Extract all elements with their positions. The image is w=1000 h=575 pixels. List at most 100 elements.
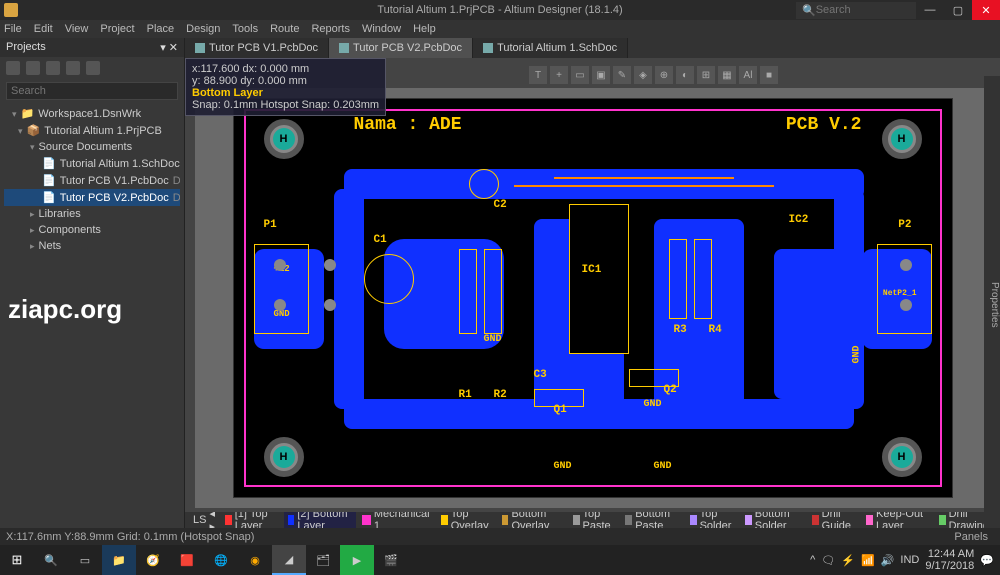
watermark: ziapc.org bbox=[0, 286, 184, 333]
component-c1[interactable] bbox=[364, 254, 414, 304]
tool-button[interactable]: ◐ bbox=[676, 66, 694, 84]
layer-bot-paste[interactable]: Bottom Paste bbox=[621, 512, 683, 528]
component-r[interactable] bbox=[459, 249, 477, 334]
tool-button[interactable]: + bbox=[550, 66, 568, 84]
tool-button[interactable]: ⊞ bbox=[697, 66, 715, 84]
menu-edit[interactable]: Edit bbox=[34, 23, 53, 35]
layer-drill-guide[interactable]: Drill Guide bbox=[808, 512, 860, 528]
tree-doc-schdoc[interactable]: 📄 Tutorial Altium 1.SchDocD bbox=[4, 155, 180, 172]
layer-bot-overlay[interactable]: Bottom Overlay bbox=[498, 512, 567, 528]
tree-source-docs[interactable]: Source Documents bbox=[4, 139, 180, 155]
layer-bot-solder[interactable]: Bottom Solder bbox=[741, 512, 806, 528]
menu-route[interactable]: Route bbox=[270, 23, 299, 35]
tab-pcb-v2[interactable]: Tutor PCB V2.PcbDoc bbox=[329, 38, 473, 58]
maximize-button[interactable]: ▢ bbox=[944, 0, 972, 20]
tray-notifications-icon[interactable]: 💬 bbox=[980, 554, 994, 567]
layer-top-overlay[interactable]: Top Overlay bbox=[437, 512, 496, 528]
tree-doc-pcb-v1[interactable]: 📄 Tutor PCB V1.PcbDocD bbox=[4, 172, 180, 189]
component-r[interactable] bbox=[484, 249, 502, 334]
menu-place[interactable]: Place bbox=[147, 23, 175, 35]
tab-pcb-v1[interactable]: Tutor PCB V1.PcbDoc bbox=[185, 38, 329, 58]
tray-volume-icon[interactable]: 🔊 bbox=[881, 554, 895, 567]
start-button[interactable]: ⊞ bbox=[0, 545, 34, 575]
tool-button[interactable]: ⊕ bbox=[655, 66, 673, 84]
menu-reports[interactable]: Reports bbox=[311, 23, 350, 35]
menu-tools[interactable]: Tools bbox=[232, 23, 258, 35]
layer-top[interactable]: [1] Top Layer bbox=[221, 512, 282, 528]
menu-view[interactable]: View bbox=[65, 23, 89, 35]
component-q2[interactable] bbox=[629, 369, 679, 387]
menu-design[interactable]: Design bbox=[186, 23, 220, 35]
properties-panel-tab[interactable]: Properties bbox=[984, 76, 1000, 528]
layer-ls[interactable]: LS ◂ ▸ bbox=[189, 512, 219, 528]
search-button[interactable]: 🔍 bbox=[34, 545, 68, 575]
projects-title: Projects bbox=[6, 41, 46, 54]
taskbar-altium[interactable]: ◢ bbox=[272, 545, 306, 575]
tree-project[interactable]: 📦 Tutorial Altium 1.PrjPCB bbox=[4, 122, 180, 139]
taskbar-app[interactable]: ▶ bbox=[340, 545, 374, 575]
global-search[interactable]: 🔍 bbox=[796, 2, 916, 19]
component-r4[interactable] bbox=[694, 239, 712, 319]
panels-button[interactable]: Panels bbox=[948, 531, 994, 543]
tray-lang[interactable]: IND bbox=[900, 554, 919, 566]
taskbar-app[interactable]: 📁 bbox=[102, 545, 136, 575]
menu-help[interactable]: Help bbox=[413, 23, 436, 35]
tree-libraries[interactable]: Libraries bbox=[4, 206, 180, 222]
layer-bottom[interactable]: [2] Bottom Layer bbox=[284, 512, 357, 528]
layer-top-paste[interactable]: Top Paste bbox=[569, 512, 620, 528]
tree-workspace[interactable]: 📁 Workspace1.DsnWrk bbox=[4, 105, 180, 122]
close-button[interactable]: ✕ bbox=[972, 0, 1000, 20]
task-view-button[interactable]: ▭ bbox=[68, 545, 102, 575]
pcb-board[interactable]: Nama : ADE PCB V.2 H H H H bbox=[233, 98, 953, 498]
pcb-canvas[interactable]: Nama : ADE PCB V.2 H H H H bbox=[195, 88, 990, 508]
tool-icon[interactable] bbox=[26, 61, 40, 75]
component-r3[interactable] bbox=[669, 239, 687, 319]
net-gnd: GND bbox=[554, 461, 572, 472]
tool-button[interactable]: ◈ bbox=[634, 66, 652, 84]
taskbar-app[interactable]: 🎬 bbox=[374, 545, 408, 575]
tool-button[interactable]: ▦ bbox=[718, 66, 736, 84]
hud-y: y: 88.900 dy: 0.000 mm bbox=[192, 75, 379, 87]
tool-button[interactable]: ■ bbox=[760, 66, 778, 84]
component-q1[interactable] bbox=[534, 389, 584, 407]
menu-window[interactable]: Window bbox=[362, 23, 401, 35]
taskbar-app[interactable]: ◉ bbox=[238, 545, 272, 575]
tray-icon[interactable]: 🗨 bbox=[821, 554, 835, 567]
tray-clock[interactable]: 12:44 AM 9/17/2018 bbox=[925, 548, 974, 572]
tool-button[interactable]: ▣ bbox=[592, 66, 610, 84]
projects-search-input[interactable] bbox=[6, 82, 178, 100]
component-ic1[interactable] bbox=[569, 204, 629, 354]
panel-menu-icon[interactable]: ▾ ✕ bbox=[160, 41, 178, 54]
tray-icon[interactable]: ⚡ bbox=[841, 554, 855, 567]
tool-icon[interactable] bbox=[46, 61, 60, 75]
taskbar-app[interactable]: 🟥 bbox=[170, 545, 204, 575]
layer-mech1[interactable]: Mechanical 1 bbox=[358, 512, 435, 528]
layer-top-solder[interactable]: Top Solder bbox=[686, 512, 739, 528]
tree-doc-pcb-v2[interactable]: 📄 Tutor PCB V2.PcbDocD bbox=[4, 189, 180, 206]
hud-layer: Bottom Layer bbox=[192, 87, 379, 99]
tool-icon[interactable] bbox=[86, 61, 100, 75]
taskbar-chrome[interactable]: 🌐 bbox=[204, 545, 238, 575]
tree-components[interactable]: Components bbox=[4, 222, 180, 238]
component-c2[interactable] bbox=[469, 169, 499, 199]
tool-button[interactable]: ▭ bbox=[571, 66, 589, 84]
tree-nets[interactable]: Nets bbox=[4, 238, 180, 254]
tray-wifi-icon[interactable]: 📶 bbox=[861, 554, 875, 567]
tool-button[interactable]: ✎ bbox=[613, 66, 631, 84]
tab-schdoc[interactable]: Tutorial Altium 1.SchDoc bbox=[473, 38, 628, 58]
tool-icon[interactable] bbox=[6, 61, 20, 75]
tool-button[interactable]: Al bbox=[739, 66, 757, 84]
tool-icon[interactable] bbox=[66, 61, 80, 75]
menu-project[interactable]: Project bbox=[100, 23, 134, 35]
menu-file[interactable]: File bbox=[4, 23, 22, 35]
tray-chevron-icon[interactable]: ^ bbox=[810, 554, 815, 566]
minimize-button[interactable]: — bbox=[916, 0, 944, 20]
search-input[interactable] bbox=[816, 4, 906, 16]
component-p1[interactable] bbox=[254, 244, 309, 334]
component-p2[interactable] bbox=[877, 244, 932, 334]
taskbar-app[interactable]: 🗂 bbox=[306, 545, 340, 575]
taskbar-app[interactable]: 🧭 bbox=[136, 545, 170, 575]
tool-button[interactable]: T bbox=[529, 66, 547, 84]
projects-panel-header: Projects ▾ ✕ bbox=[0, 38, 184, 57]
layer-keepout[interactable]: Keep-Out Layer bbox=[862, 512, 932, 528]
